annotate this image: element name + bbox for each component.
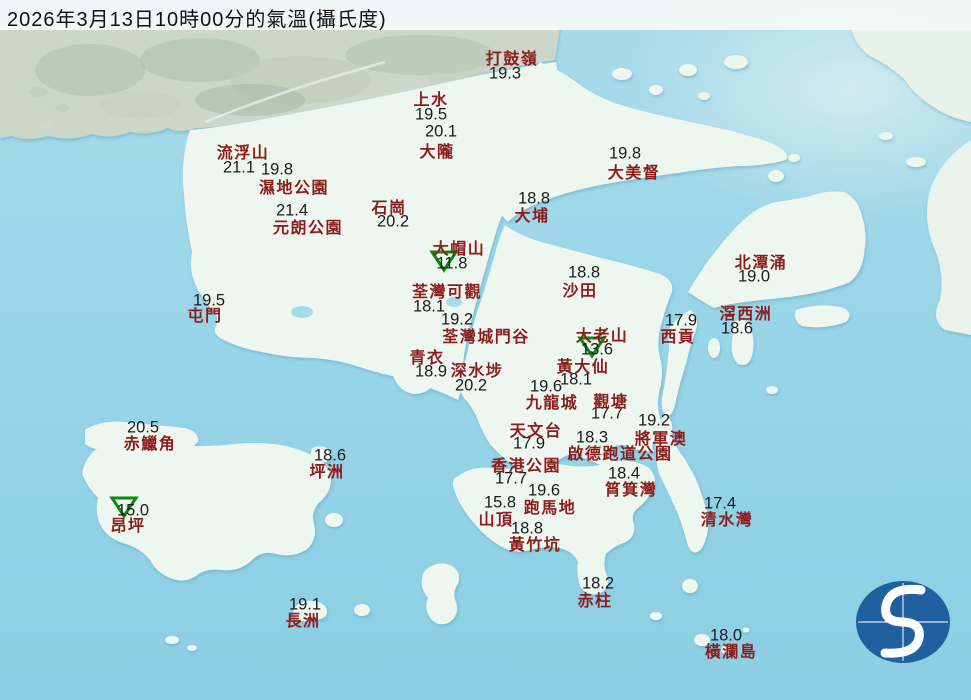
- station-name-label: 跑馬地: [523, 500, 577, 517]
- station-name-label: 屯門: [187, 308, 223, 325]
- station-name-label: 大帽山: [432, 241, 486, 258]
- station-name-label: 大美督: [607, 165, 661, 182]
- station-name-label: 黃竹坑: [508, 537, 562, 554]
- station-name-label: 沙田: [562, 283, 598, 300]
- station-name-label: 上水: [413, 92, 449, 109]
- station-name-label: 橫瀾島: [704, 644, 758, 661]
- hko-logo-icon: [856, 581, 950, 663]
- station-name-label: 荃灣可觀: [411, 284, 483, 301]
- station-name-label: 天文台: [509, 423, 563, 440]
- station-name-label: 筲箕灣: [604, 482, 658, 499]
- station-name-label: 大埔: [514, 208, 550, 225]
- stations-layer: 19.3 打鼓嶺 19.5 上水 20.1 大隴 21.1 流浮山 19.8 濕地公園 21.4 元朗…: [0, 0, 971, 700]
- station-name-label: 滘西洲: [719, 306, 773, 323]
- hko-logo: 香港天文台 HONG KONG OBSERVATORY: [838, 578, 968, 696]
- station-name-label: 流浮山: [216, 145, 270, 162]
- station-name-label: 西貢: [660, 329, 696, 346]
- station-name-label: 赤柱: [577, 593, 613, 610]
- station-name-label: 北潭涌: [734, 255, 788, 272]
- station-name-label: 大老山: [575, 328, 629, 345]
- station-name-label: 荃灣城門谷: [442, 329, 530, 346]
- station-name-label: 觀塘: [593, 394, 629, 411]
- station-name-label: 清水灣: [700, 512, 754, 529]
- station-name-label: 黃大仙: [556, 359, 610, 376]
- station-name-label: 九龍城: [525, 395, 579, 412]
- station-name-label: 濕地公園: [258, 180, 330, 197]
- station-name-label: 坪洲: [309, 464, 345, 481]
- weather-temperature-map: 2026年3月13日10時00分的氣溫(攝氏度) 19.3 打鼓嶺 19.5 上水 20…: [0, 0, 971, 700]
- station-name-label: 昂坪: [110, 518, 146, 535]
- station-name-label: 元朗公園: [272, 220, 344, 237]
- station-name-label: 深水埗: [450, 363, 504, 380]
- station-name-label: 大隴: [419, 144, 455, 161]
- station-name-label: 啟德跑道公園: [567, 446, 673, 463]
- station-name-label: 青衣: [409, 350, 445, 367]
- station-name-label: 打鼓嶺: [485, 51, 539, 68]
- station-name-label: 赤鱲角: [123, 436, 177, 453]
- station-name-label: 石崗: [371, 200, 407, 217]
- station-name-label: 長洲: [285, 613, 321, 630]
- station-name-label: 山頂: [478, 512, 514, 529]
- station-name-label: 香港公園: [490, 458, 562, 475]
